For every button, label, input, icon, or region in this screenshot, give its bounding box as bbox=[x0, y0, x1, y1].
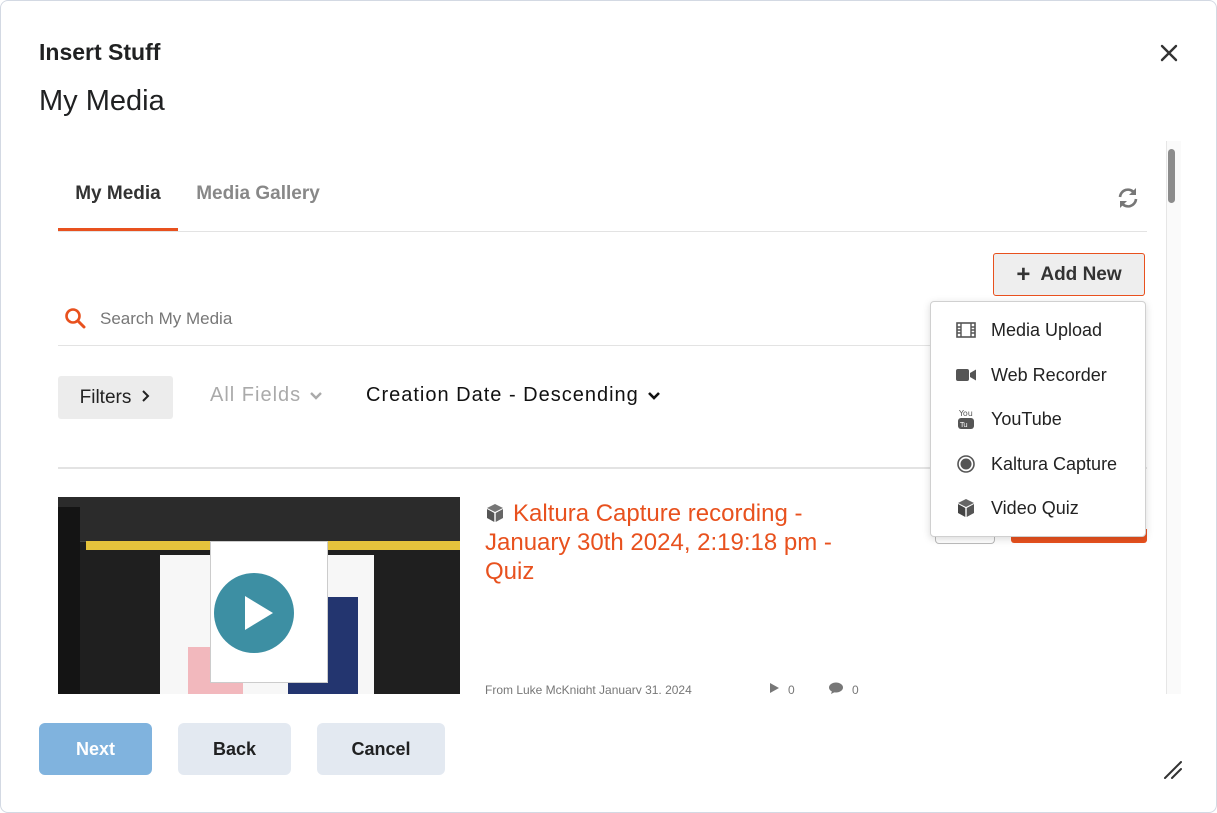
svg-text:You: You bbox=[958, 409, 973, 418]
comment-icon bbox=[828, 682, 844, 694]
record-icon bbox=[955, 454, 977, 474]
add-new-menu: Media Upload Web Recorder You Tu YouTube … bbox=[930, 301, 1146, 537]
search-input[interactable] bbox=[98, 303, 902, 335]
tab-bar: My Media Media Gallery bbox=[58, 165, 1147, 232]
menu-item-youtube[interactable]: You Tu YouTube bbox=[931, 399, 1145, 439]
chevron-down-icon bbox=[647, 384, 661, 407]
scrollbar-thumb[interactable] bbox=[1168, 149, 1175, 203]
film-icon bbox=[955, 320, 977, 340]
play-icon[interactable] bbox=[213, 572, 295, 654]
back-button[interactable]: Back bbox=[178, 723, 291, 775]
insert-stuff-dialog: Insert Stuff My Media My Media Media Gal… bbox=[0, 0, 1217, 813]
page-title: My Media bbox=[39, 85, 165, 117]
filters-label: Filters bbox=[79, 386, 132, 408]
media-browser: My Media Media Gallery + Add New Filters bbox=[39, 141, 1181, 694]
search-bar bbox=[58, 295, 938, 346]
media-title-link[interactable]: Kaltura Capture recording - January 30th… bbox=[485, 499, 865, 586]
refresh-icon[interactable] bbox=[1115, 185, 1141, 211]
chevron-right-icon bbox=[141, 387, 151, 409]
menu-item-kaltura-capture[interactable]: Kaltura Capture bbox=[931, 444, 1145, 484]
youtube-icon: You Tu bbox=[955, 409, 977, 429]
cube-icon bbox=[955, 498, 977, 518]
menu-item-label: Kaltura Capture bbox=[991, 453, 1118, 474]
plays-count: 0 bbox=[768, 682, 795, 694]
media-thumbnail[interactable] bbox=[58, 497, 460, 694]
tab-my-media[interactable]: My Media bbox=[58, 165, 178, 231]
chevron-down-icon bbox=[309, 384, 323, 407]
fields-label: All Fields bbox=[210, 384, 302, 406]
cube-icon bbox=[485, 501, 505, 522]
menu-item-label: Video Quiz bbox=[991, 497, 1079, 518]
menu-item-media-upload[interactable]: Media Upload bbox=[931, 310, 1145, 350]
dialog-title: Insert Stuff bbox=[39, 39, 161, 65]
menu-item-video-quiz[interactable]: Video Quiz bbox=[931, 488, 1145, 528]
menu-item-label: Media Upload bbox=[991, 319, 1103, 340]
thumbnail-sidebar bbox=[58, 507, 80, 694]
close-icon[interactable] bbox=[1153, 37, 1185, 69]
resize-handle-icon[interactable] bbox=[1161, 758, 1183, 780]
media-title: Kaltura Capture recording - January 30th… bbox=[485, 500, 832, 585]
tab-media-gallery[interactable]: Media Gallery bbox=[193, 165, 323, 228]
thumbnail-ribbon bbox=[58, 497, 460, 542]
sort-select[interactable]: Creation Date - Descending bbox=[366, 384, 661, 407]
fields-select[interactable]: All Fields bbox=[210, 384, 323, 407]
media-meta: From Luke McKnight January 31, 2024 bbox=[485, 683, 692, 694]
search-icon bbox=[64, 307, 86, 329]
menu-item-label: YouTube bbox=[991, 408, 1062, 429]
filters-button[interactable]: Filters bbox=[58, 376, 173, 419]
video-camera-icon bbox=[955, 365, 977, 385]
add-new-label: Add New bbox=[1040, 263, 1122, 285]
comments-value: 0 bbox=[852, 682, 859, 695]
svg-text:Tu: Tu bbox=[959, 421, 968, 429]
plus-icon: + bbox=[1016, 260, 1031, 288]
next-button[interactable]: Next bbox=[39, 723, 152, 775]
scrollbar-track[interactable] bbox=[1166, 141, 1181, 694]
play-count-icon bbox=[768, 682, 780, 694]
comments-count: 0 bbox=[828, 682, 859, 694]
plays-value: 0 bbox=[788, 682, 795, 695]
sort-label: Creation Date - Descending bbox=[366, 384, 639, 406]
cancel-button[interactable]: Cancel bbox=[317, 723, 445, 775]
menu-item-web-recorder[interactable]: Web Recorder bbox=[931, 355, 1145, 395]
add-new-button[interactable]: + Add New bbox=[993, 253, 1145, 296]
menu-item-label: Web Recorder bbox=[991, 364, 1107, 385]
